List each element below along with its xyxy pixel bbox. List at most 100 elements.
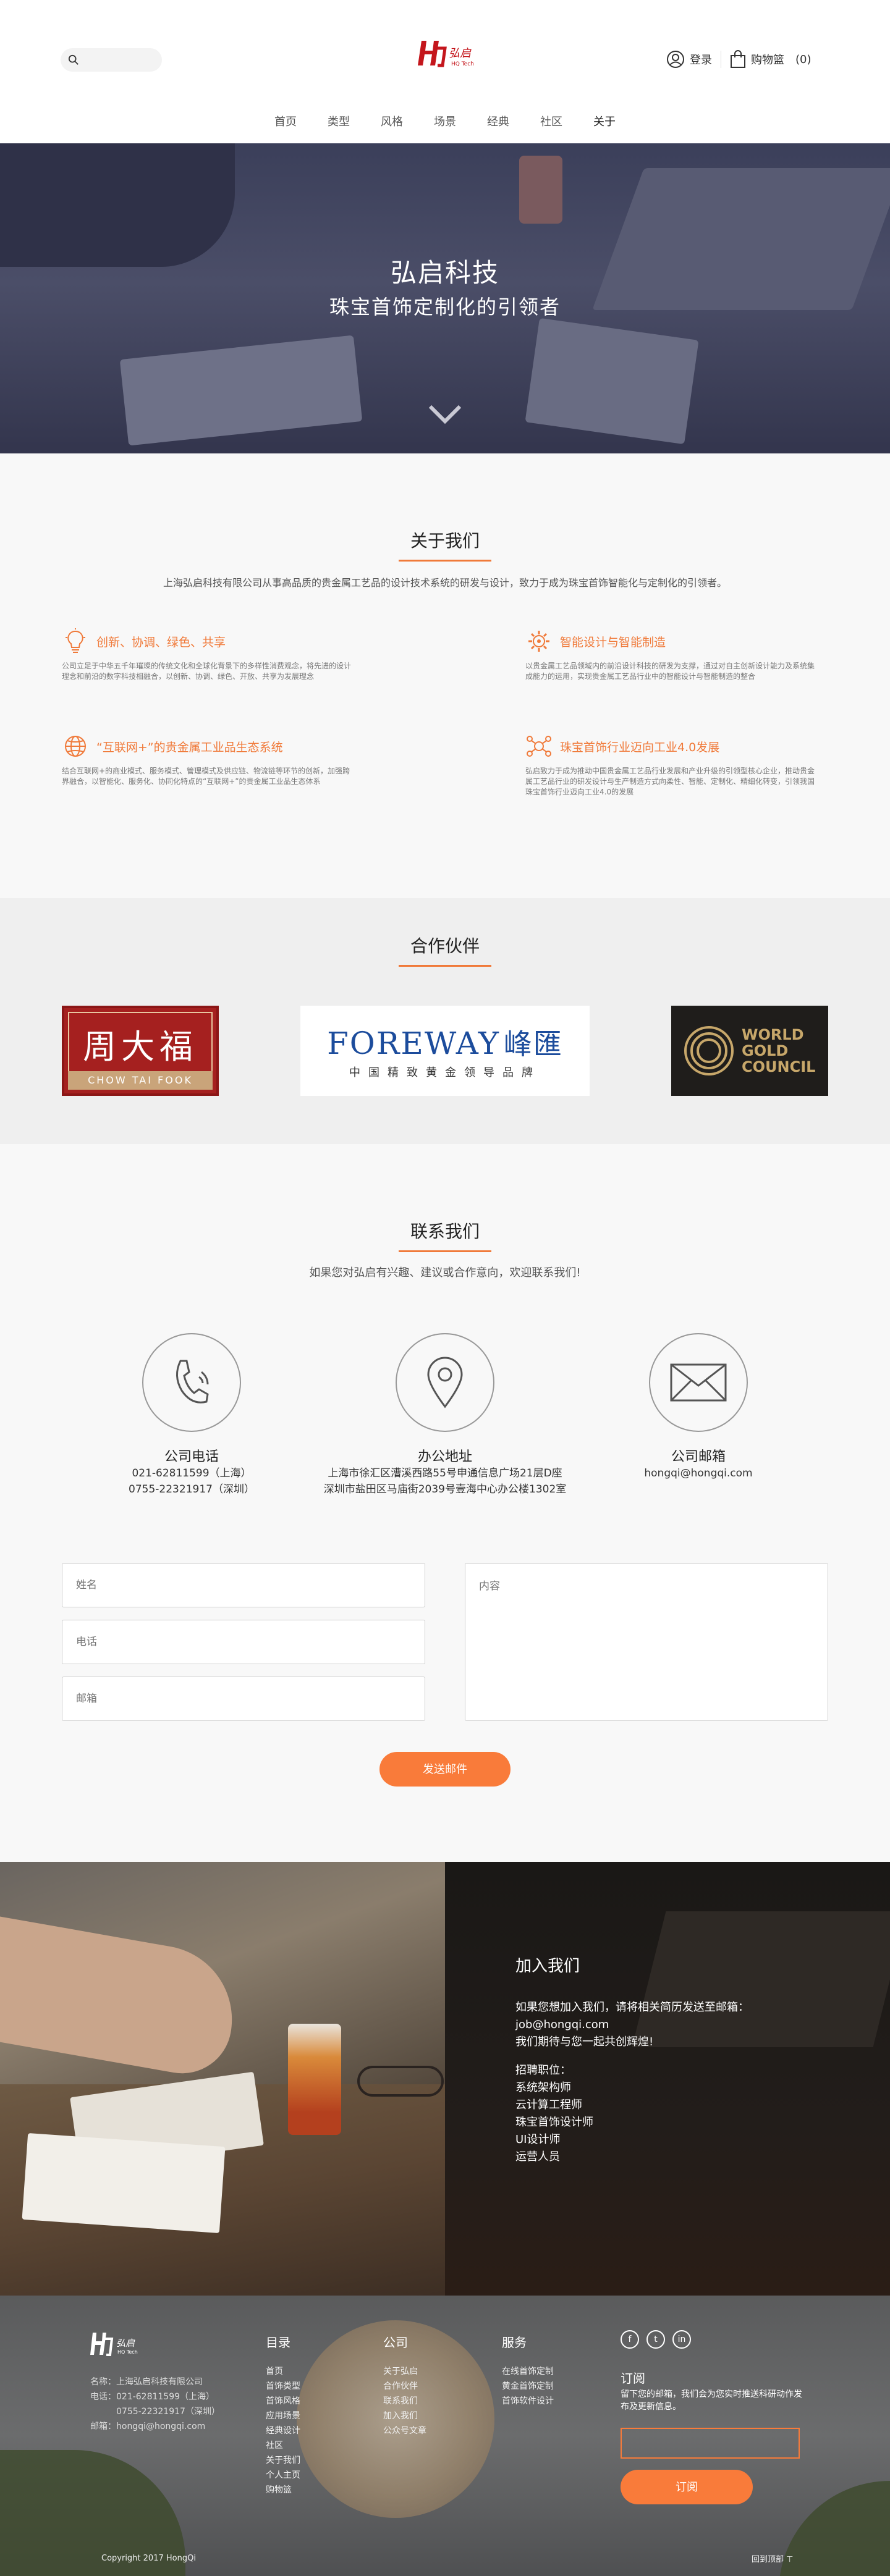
title-underline [399, 1250, 491, 1252]
feature-text: 以贵金属工艺品领域内的前沿设计科技的研发为支撑，通过对自主创新设计能力及系统集成… [525, 662, 815, 681]
phone-field[interactable] [62, 1620, 425, 1664]
footer-link[interactable]: 首页 [266, 2364, 300, 2379]
back-to-top-link[interactable]: 回到顶部 ⊤ [752, 2553, 793, 2564]
footer-link[interactable]: 首饰类型 [266, 2379, 300, 2394]
address-line: 上海市徐汇区漕溪西路55号申通信息广场21层D座 [328, 1467, 562, 1480]
phone-label: 公司电话 [164, 1449, 219, 1465]
title-underline [399, 560, 491, 562]
cart-link[interactable]: 购物篮 [751, 51, 784, 67]
phone-line: 0755-22321917（深圳） [129, 1483, 255, 1496]
footer-link[interactable]: 购物篮 [266, 2483, 300, 2498]
partner-logo-world-gold-council[interactable]: WORLD GOLD COUNCIL [671, 1006, 828, 1096]
email-field[interactable] [62, 1677, 425, 1721]
footer-link[interactable]: 黄金首饰定制 [502, 2379, 554, 2394]
social-links: f t in [621, 2330, 691, 2349]
twitter-icon[interactable]: t [646, 2330, 665, 2349]
footer-link[interactable]: 关于我们 [266, 2453, 300, 2468]
join-email[interactable]: job@hongqi.com [515, 2016, 609, 2034]
jobs-title: 招聘职位： [515, 2064, 571, 2077]
feature-title: 智能设计与智能制造 [560, 635, 666, 649]
partners-section: 合作伙伴 周大福 CHOW TAI FOOK FOREWAY 峰匯 中国精致黄金领… [0, 898, 890, 1144]
gold-rings-icon [684, 1026, 734, 1075]
join-photo [0, 1862, 445, 2296]
nav-item-classic[interactable]: 经典 [472, 110, 525, 143]
email-line: hongqi@hongqi.com [644, 1467, 753, 1480]
send-email-button[interactable]: 发送邮件 [379, 1752, 511, 1787]
message-textarea[interactable] [465, 1563, 828, 1721]
search-icon [68, 54, 78, 65]
contact-title: 联系我们 [410, 1221, 480, 1242]
phone-icon [176, 1360, 209, 1404]
subscribe-button[interactable]: 订阅 [621, 2470, 753, 2504]
info-line: 邮箱：hongqi@hongqi.com [90, 2422, 206, 2431]
user-icon[interactable] [666, 50, 685, 69]
contact-section: 联系我们 如果您对弘启有兴趣、建议或合作意向，欢迎联系我们! 公司电话 021-… [0, 1144, 890, 1862]
footer-bg-leaf [779, 2481, 890, 2576]
facebook-icon[interactable]: f [621, 2330, 639, 2349]
job-item: 云计算工程师 [515, 2098, 582, 2111]
chevron-down-icon[interactable] [426, 403, 464, 425]
nav-item-community[interactable]: 社区 [525, 110, 578, 143]
contact-heading: 联系我们 [0, 1218, 890, 1252]
footer-col-company: 公司 关于弘启 合作伙伴 联系我们 加入我们 公众号文章 [383, 2333, 426, 2438]
nav-item-about[interactable]: 关于 [578, 110, 631, 147]
linkedin-icon[interactable]: in [672, 2330, 691, 2349]
contact-email: 公司邮箱 hongqi@hongqi.com [569, 1333, 828, 1481]
nav-item-type[interactable]: 类型 [312, 110, 365, 143]
footer-logo-text: 弘启 [116, 2338, 135, 2349]
site-header: 弘启 HQ Tech 登录 购物篮 (0) 首页 类型 风格 场景 经典 社区 … [0, 0, 890, 147]
network-gear-icon [527, 736, 551, 757]
subscribe-email-input[interactable] [621, 2428, 800, 2459]
footer-link[interactable]: 加入我们 [383, 2409, 426, 2423]
info-line: 电话：021-62811599（上海） [90, 2392, 215, 2402]
feature-text: 公司立足于中华五千年璀璨的传统文化和全球化背景下的多样性消费观念，将先进的设计理… [62, 662, 352, 681]
about-title: 关于我们 [410, 531, 480, 551]
footer-col-directory: 目录 首页 首饰类型 首饰风格 应用场景 经典设计 社区 关于我们 个人主页 购… [266, 2333, 300, 2498]
photo-glasses [357, 2066, 444, 2097]
search-box[interactable] [61, 48, 162, 72]
main-nav: 首页 类型 风格 场景 经典 社区 关于 [0, 110, 890, 147]
footer-link[interactable]: 首饰软件设计 [502, 2394, 554, 2409]
footer-link[interactable]: 社区 [266, 2438, 300, 2453]
partner-name: FOREWAY [327, 1025, 500, 1061]
shopping-bag-icon[interactable] [730, 50, 746, 69]
partners-title: 合作伙伴 [410, 936, 480, 956]
job-item: UI设计师 [515, 2133, 561, 2146]
partner-logo-chow-tai-fook[interactable]: 周大福 CHOW TAI FOOK [62, 1006, 219, 1096]
hero-bg-cup [519, 156, 562, 224]
nav-item-style[interactable]: 风格 [365, 110, 418, 143]
footer-link[interactable]: 首饰风格 [266, 2394, 300, 2409]
footer-logo-icon[interactable]: 弘启 HQ Tech [90, 2329, 152, 2360]
search-input[interactable] [83, 52, 157, 68]
job-item: 系统架构师 [515, 2081, 571, 2094]
footer-link[interactable]: 公众号文章 [383, 2423, 426, 2438]
location-pin-icon [427, 1357, 463, 1408]
title-underline [399, 965, 491, 967]
company-info: 名称：上海弘启科技有限公司 电话：021-62811599（上海） 0755-2… [90, 2375, 220, 2434]
footer-link[interactable]: 经典设计 [266, 2423, 300, 2438]
phone-icon-circle [142, 1333, 241, 1432]
footer-link[interactable]: 个人主页 [266, 2468, 300, 2483]
site-logo[interactable]: 弘启 HQ Tech [418, 36, 490, 70]
cart-count: (0) [795, 53, 812, 66]
partner-logo-foreway[interactable]: FOREWAY 峰匯 中国精致黄金领导品牌 [300, 1006, 590, 1096]
nav-item-scene[interactable]: 场景 [418, 110, 472, 143]
footer-link[interactable]: 合作伙伴 [383, 2379, 426, 2394]
logo-subtext: HQ Tech [451, 61, 474, 67]
about-section: 关于我们 上海弘启科技有限公司从事高品质的贵金属工艺品的设计技术系统的研发与设计… [0, 453, 890, 898]
footer-link[interactable]: 应用场景 [266, 2409, 300, 2423]
name-field[interactable] [62, 1563, 425, 1607]
footer-link[interactable]: 在线首饰定制 [502, 2364, 554, 2379]
footer-col-services: 服务 在线首饰定制 黄金首饰定制 首饰软件设计 [502, 2333, 554, 2409]
address-label: 办公地址 [417, 1449, 472, 1465]
nav-item-home[interactable]: 首页 [259, 110, 312, 143]
footer-link[interactable]: 联系我们 [383, 2394, 426, 2409]
login-link[interactable]: 登录 [690, 51, 712, 67]
join-line: 我们期待与您一起共创辉煌! [515, 2035, 654, 2048]
phone-line: 021-62811599（上海） [132, 1467, 252, 1480]
hero-subtitle: 珠宝首饰定制化的引领者 [329, 295, 561, 319]
photo-laptop [632, 1911, 890, 2047]
footer-link[interactable]: 关于弘启 [383, 2364, 426, 2379]
hero-banner: 弘启科技 珠宝首饰定制化的引领者 [0, 143, 890, 453]
partners-heading: 合作伙伴 [0, 933, 890, 967]
